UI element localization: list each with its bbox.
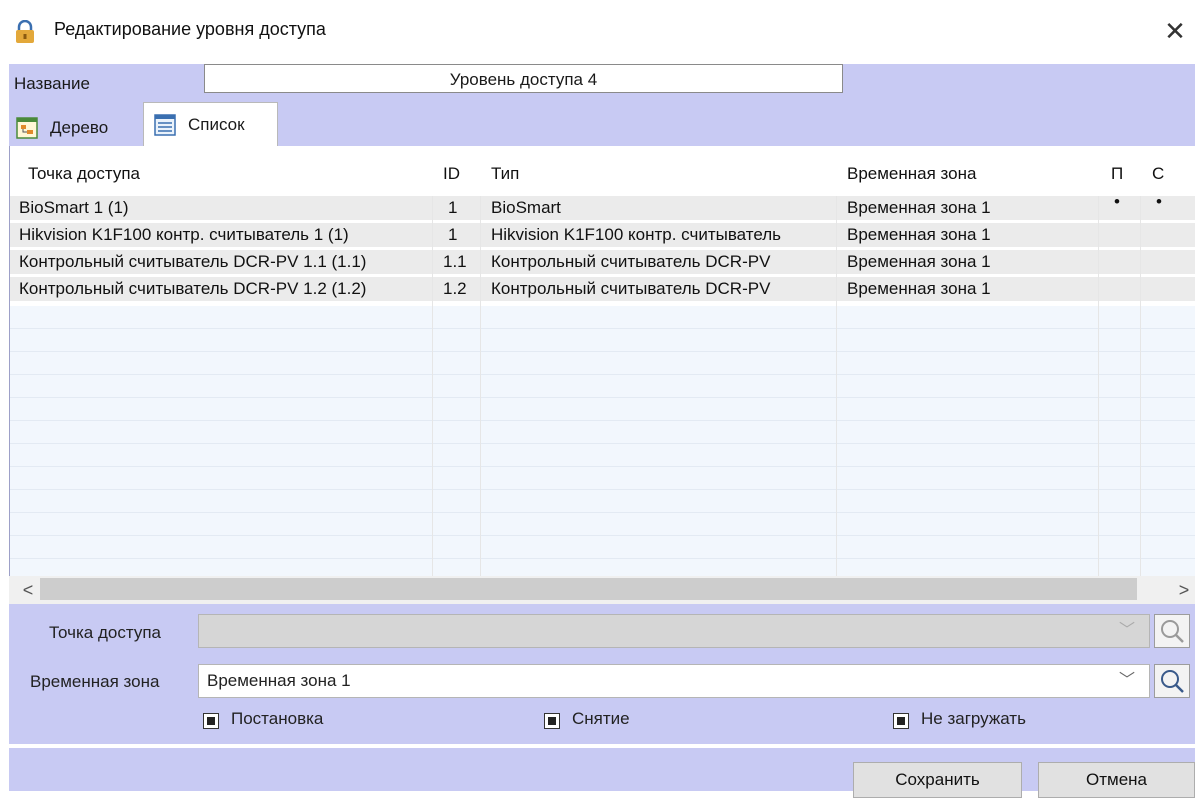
cell-type: Контрольный считыватель DCR-PV	[491, 252, 771, 271]
cell-access-point: BioSmart 1 (1)	[19, 198, 129, 217]
column-header-access-point[interactable]: Точка доступа	[28, 164, 140, 184]
empty-row	[10, 375, 1195, 398]
window-title: Редактирование уровня доступа	[54, 19, 326, 39]
name-label: Название	[14, 74, 90, 93]
column-header-c[interactable]: С	[1152, 164, 1164, 184]
time-zone-label: Временная зона	[30, 672, 160, 691]
cell-type: Hikvision K1F100 контр. считыватель	[491, 225, 782, 244]
arm-checkbox[interactable]	[203, 713, 219, 729]
do-not-load-checkbox-label[interactable]: Не загружать	[921, 709, 1026, 729]
table-row[interactable]: BioSmart 1 (1) 1 BioSmart Временная зона…	[10, 192, 1195, 220]
cell-time-zone: Временная зона 1	[847, 225, 991, 244]
disarm-checkbox[interactable]	[544, 713, 560, 729]
table-row[interactable]: Контрольный считыватель DCR-PV 1.1 (1.1)…	[10, 250, 1195, 274]
empty-row	[10, 513, 1195, 536]
cell-id: 1.2	[443, 279, 467, 298]
cell-id: 1	[448, 225, 458, 244]
tab-list[interactable]: Список	[143, 102, 278, 146]
column-divider	[836, 196, 837, 576]
cell-id: 1.1	[443, 252, 467, 271]
empty-row	[10, 536, 1195, 559]
cell-type: Контрольный считыватель DCR-PV	[491, 279, 771, 298]
search-icon	[1161, 670, 1184, 693]
time-zone-select[interactable]: Временная зона 1	[198, 664, 1150, 698]
tab-list-label: Список	[188, 114, 245, 134]
chevron-down-icon[interactable]: ﹀	[1116, 665, 1138, 697]
tab-tree-label: Дерево	[50, 118, 109, 137]
scroll-left-icon[interactable]: <	[18, 580, 38, 600]
empty-row	[10, 444, 1195, 467]
empty-row	[10, 398, 1195, 421]
tree-icon	[16, 117, 38, 139]
column-divider	[1140, 196, 1141, 576]
cell-id: 1	[448, 198, 458, 217]
access-point-select[interactable]	[198, 614, 1150, 648]
cell-access-point: Hikvision K1F100 контр. считыватель 1 (1…	[19, 225, 349, 244]
disarm-checkbox-label[interactable]: Снятие	[572, 709, 630, 729]
cell-access-point: Контрольный считыватель DCR-PV 1.1 (1.1)	[19, 252, 367, 271]
scrollbar-thumb[interactable]	[40, 578, 1137, 600]
table-row[interactable]: Контрольный считыватель DCR-PV 1.2 (1.2)…	[10, 277, 1195, 301]
cancel-button[interactable]: Отмена	[1038, 762, 1195, 798]
lock-icon	[14, 19, 36, 44]
empty-row	[10, 467, 1195, 490]
column-divider	[480, 196, 481, 576]
access-points-grid[interactable]: Точка доступа ID Тип Временная зона П С …	[9, 146, 1195, 604]
empty-row	[10, 421, 1195, 444]
column-header-p[interactable]: П	[1111, 164, 1123, 184]
column-divider	[432, 196, 433, 576]
access-point-label: Точка доступа	[49, 623, 161, 642]
empty-row	[10, 352, 1195, 375]
search-icon	[1161, 620, 1184, 643]
column-header-time-zone[interactable]: Временная зона	[847, 164, 976, 184]
cell-access-point: Контрольный считыватель DCR-PV 1.2 (1.2)	[19, 279, 367, 298]
column-divider	[1098, 196, 1099, 576]
list-icon	[154, 113, 176, 136]
cell-p: •	[1114, 192, 1120, 211]
do-not-load-checkbox[interactable]	[893, 713, 909, 729]
save-button[interactable]: Сохранить	[853, 762, 1022, 798]
arm-checkbox-label[interactable]: Постановка	[231, 709, 323, 729]
empty-row	[10, 490, 1195, 513]
scroll-right-icon[interactable]: >	[1174, 580, 1194, 600]
cell-type: BioSmart	[491, 198, 561, 217]
column-header-type[interactable]: Тип	[491, 164, 519, 184]
chevron-down-icon[interactable]: ﹀	[1116, 615, 1138, 647]
access-point-search-button[interactable]	[1154, 614, 1190, 648]
time-zone-search-button[interactable]	[1154, 664, 1190, 698]
empty-row	[10, 329, 1195, 352]
cell-time-zone: Временная зона 1	[847, 252, 991, 271]
cell-time-zone: Временная зона 1	[847, 279, 991, 298]
close-button[interactable]: ✕	[1158, 14, 1192, 48]
name-input[interactable]: Уровень доступа 4	[204, 64, 843, 93]
cell-time-zone: Временная зона 1	[847, 198, 991, 217]
tab-tree[interactable]: Дерево	[10, 110, 108, 146]
empty-row	[10, 306, 1195, 329]
column-header-id[interactable]: ID	[443, 164, 460, 184]
table-row[interactable]: Hikvision K1F100 контр. считыватель 1 (1…	[10, 223, 1195, 247]
cell-c: •	[1156, 192, 1162, 211]
